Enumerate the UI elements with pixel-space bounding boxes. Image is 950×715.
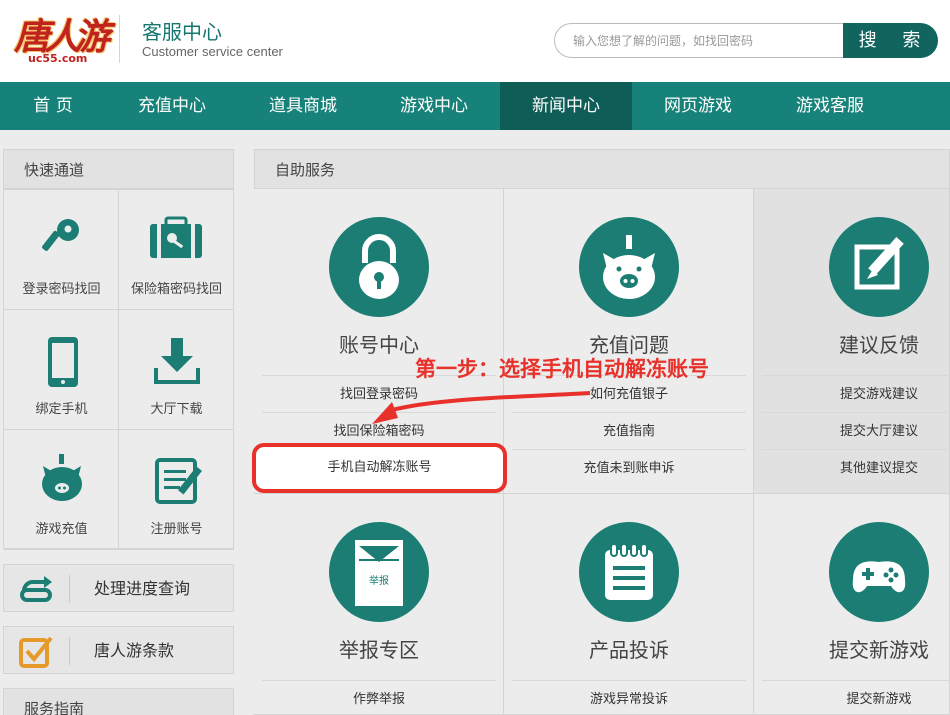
quick-access-title: 快速通道 (3, 149, 234, 189)
quick-item-label: 绑定手机 (35, 402, 88, 417)
site-logo[interactable]: 唐人游 uc55.com (14, 8, 110, 68)
key-icon (42, 219, 79, 251)
divider (69, 637, 70, 665)
quick-item-game-recharge[interactable]: 游戏充值 (4, 430, 119, 550)
nav-item-recharge[interactable]: 充值中心 (106, 82, 238, 130)
service-name: 产品投诉 (589, 638, 669, 662)
notepad-icon (605, 543, 653, 600)
quick-item-register[interactable]: 注册账号 (119, 430, 234, 550)
main-nav: 首 页 充值中心 道具商城 游戏中心 新闻中心 网页游戏 游戏客服 (0, 82, 950, 130)
service-name: 建议反馈 (839, 333, 919, 357)
nav-item-game-service[interactable]: 游戏客服 (764, 82, 896, 130)
checkbox-check-icon (19, 636, 53, 668)
quick-item-label: 登录密码找回 (22, 282, 101, 297)
search-button[interactable]: 搜 索 (843, 23, 938, 58)
service-name: 提交新游戏 (829, 638, 929, 662)
service-guide-title: 服务指南 (3, 688, 234, 715)
terms-button[interactable]: 唐人游条款 (3, 626, 234, 674)
divider (69, 575, 70, 603)
service-feedback: 建议反馈 提交游戏建议 提交大厅建议 其他建议提交 (754, 189, 950, 494)
download-icon (154, 338, 200, 384)
service-product-complaint: 产品投诉 游戏异常投诉 (504, 494, 754, 715)
service-icon-circle[interactable] (579, 522, 679, 622)
logo-domain: uc55.com (28, 52, 88, 65)
terms-label: 唐人游条款 (94, 641, 175, 660)
quick-access-grid: 登录密码找回 保险箱密码找回 绑定手机 大厅下载 游戏充值 注册账号 (3, 189, 234, 550)
refresh-arrows-icon (20, 576, 52, 602)
nav-item-news[interactable]: 新闻中心 (500, 82, 632, 130)
service-link-submit-new-game[interactable]: 提交新游戏 (762, 680, 950, 715)
service-icon-circle[interactable]: 举报 (329, 522, 429, 622)
highlight-box-unfreeze-account[interactable]: 手机自动解冻账号 (252, 443, 507, 493)
page-title: 客服中心 (142, 20, 222, 44)
padlock-icon (359, 234, 399, 299)
service-link-phone-unfreeze-account[interactable]: 手机自动解冻账号 (256, 447, 503, 489)
quick-item-label: 大厅下载 (150, 402, 203, 417)
service-icon-circle[interactable] (829, 522, 929, 622)
service-recharge-issues: 充值问题 如何充值银子 充值指南 充值未到账申诉 (504, 189, 754, 494)
service-icon-circle[interactable] (579, 217, 679, 317)
header: 唐人游 uc55.com 客服中心 Customer service cente… (0, 0, 950, 82)
nav-item-home[interactable]: 首 页 (0, 82, 106, 130)
service-link-game-anomaly-complaint[interactable]: 游戏异常投诉 (512, 680, 746, 715)
service-link-game-suggestion[interactable]: 提交游戏建议 (762, 375, 950, 412)
service-report-zone: 举报 举报专区 作弊举报 (254, 494, 504, 715)
service-icon-circle[interactable] (329, 217, 429, 317)
quick-item-label: 保险箱密码找回 (130, 282, 222, 297)
quick-item-label: 注册账号 (150, 522, 203, 537)
progress-query-button[interactable]: 处理进度查询 (3, 564, 234, 612)
nav-item-games[interactable]: 游戏中心 (368, 82, 500, 130)
quick-item-bind-phone[interactable]: 绑定手机 (4, 310, 119, 430)
service-link-lobby-suggestion[interactable]: 提交大厅建议 (762, 412, 950, 449)
annotation-step-text: 第一步：选择手机自动解冻账号 (415, 357, 709, 381)
quick-item-label: 游戏充值 (35, 522, 88, 537)
quick-item-lobby-download[interactable]: 大厅下载 (119, 310, 234, 430)
page-subtitle: Customer service center (142, 44, 283, 59)
search-input[interactable] (554, 23, 854, 58)
report-envelope-icon: 举报 (355, 540, 403, 606)
service-link-recharge-appeal[interactable]: 充值未到账申诉 (512, 449, 746, 486)
progress-query-label: 处理进度查询 (94, 579, 191, 598)
mobile-phone-icon (48, 337, 78, 387)
service-link-cheat-report[interactable]: 作弊举报 (262, 680, 496, 715)
service-link-other-suggestion[interactable]: 其他建议提交 (762, 449, 950, 486)
piggy-bank-icon (603, 235, 655, 299)
service-name: 举报专区 (339, 638, 419, 662)
piggy-bank-icon (42, 454, 82, 501)
quick-item-safe-password[interactable]: 保险箱密码找回 (119, 190, 234, 310)
register-edit-icon (155, 458, 202, 504)
service-link-recharge-guide[interactable]: 充值指南 (512, 412, 746, 449)
nav-item-shop[interactable]: 道具商城 (238, 82, 368, 130)
self-service-title: 自助服务 (254, 149, 950, 189)
gamepad-icon (852, 561, 906, 593)
header-divider (119, 15, 120, 63)
nav-item-webgames[interactable]: 网页游戏 (632, 82, 764, 130)
edit-note-icon (854, 237, 904, 290)
quick-item-login-password[interactable]: 登录密码找回 (4, 190, 119, 310)
report-icon-text: 举报 (369, 574, 389, 587)
service-icon-circle[interactable] (829, 217, 929, 317)
safe-box-icon (150, 216, 202, 258)
service-submit-new-game: 提交新游戏 提交新游戏 (754, 494, 950, 715)
